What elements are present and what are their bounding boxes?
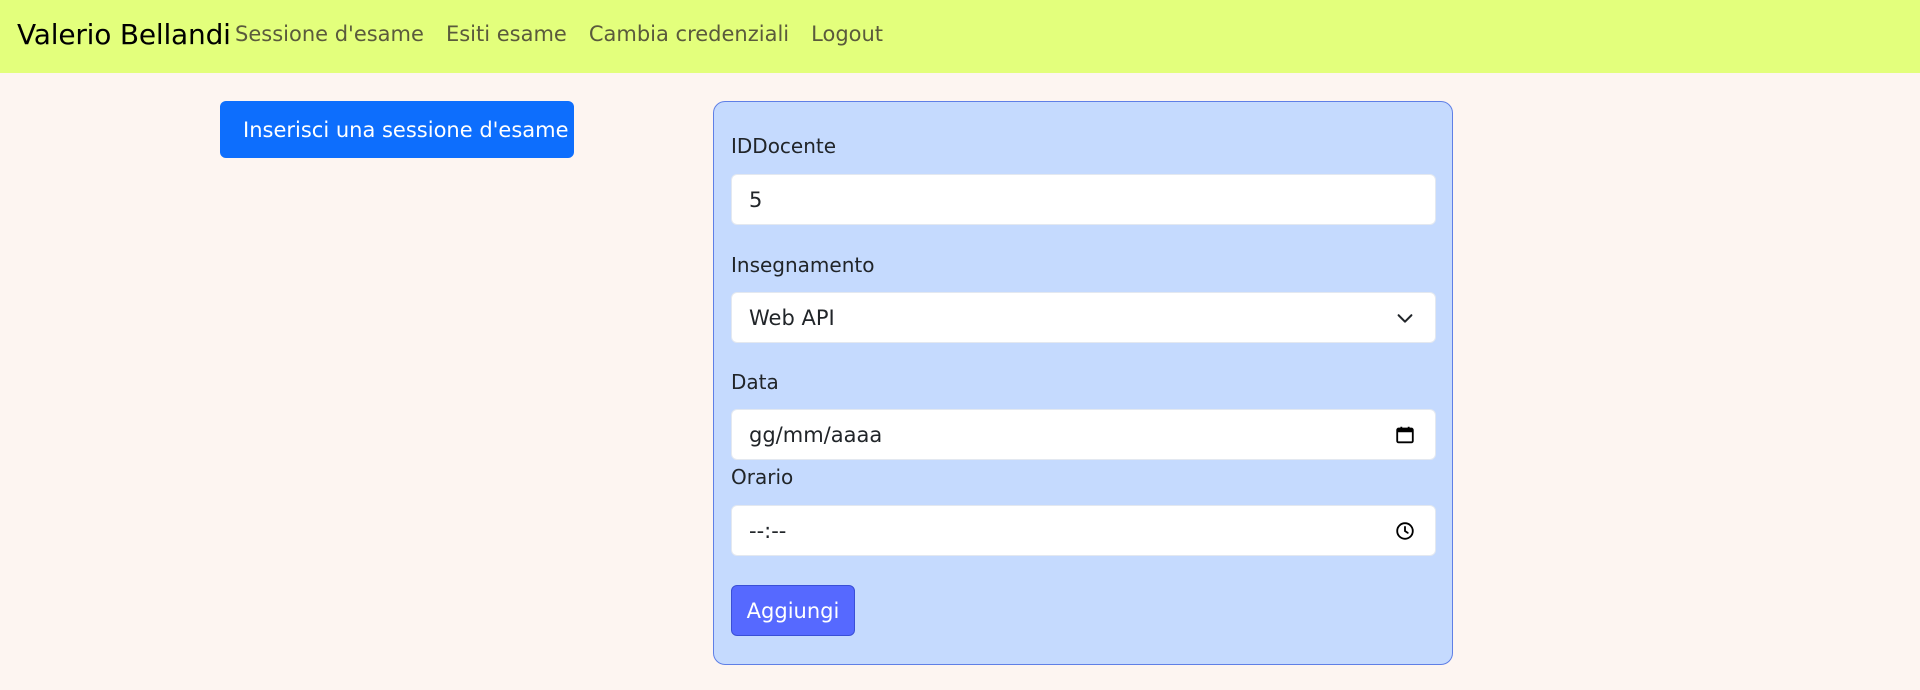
nav-link-sessione[interactable]: Sessione d'esame [235, 22, 424, 46]
docente-label: IDDocente [731, 134, 837, 158]
docente-value: 5 [749, 187, 763, 212]
insegnamento-value: Web API [749, 305, 835, 330]
session-form: IDDocente 5 Insegnamento Web API Data gg… [713, 101, 1453, 665]
orario-label: Orario [731, 465, 794, 489]
clock-icon[interactable] [1394, 520, 1416, 542]
data-placeholder: gg/mm/aaaa [749, 422, 883, 447]
insert-session-button[interactable]: Inserisci una sessione d'esame [220, 101, 574, 158]
calendar-icon[interactable] [1394, 424, 1416, 446]
insegnamento-label: Insegnamento [731, 253, 875, 277]
docente-input[interactable]: 5 [731, 174, 1436, 225]
orario-input[interactable]: --:-- [731, 505, 1436, 556]
add-button[interactable]: Aggiungi [731, 585, 855, 636]
brand[interactable]: Valerio Bellandi [17, 18, 231, 51]
nav-link-cambia-credenziali[interactable]: Cambia credenziali [589, 22, 789, 46]
nav-links: Sessione d'esame Esiti esame Cambia cred… [235, 22, 905, 46]
nav-link-esiti[interactable]: Esiti esame [446, 22, 567, 46]
data-input[interactable]: gg/mm/aaaa [731, 409, 1436, 460]
orario-placeholder: --:-- [749, 518, 787, 543]
navbar: Valerio Bellandi Sessione d'esame Esiti … [0, 0, 1920, 73]
insegnamento-select[interactable]: Web API [731, 292, 1436, 343]
chevron-down-icon [1397, 314, 1413, 323]
nav-link-logout[interactable]: Logout [811, 22, 883, 46]
data-label: Data [731, 370, 779, 394]
